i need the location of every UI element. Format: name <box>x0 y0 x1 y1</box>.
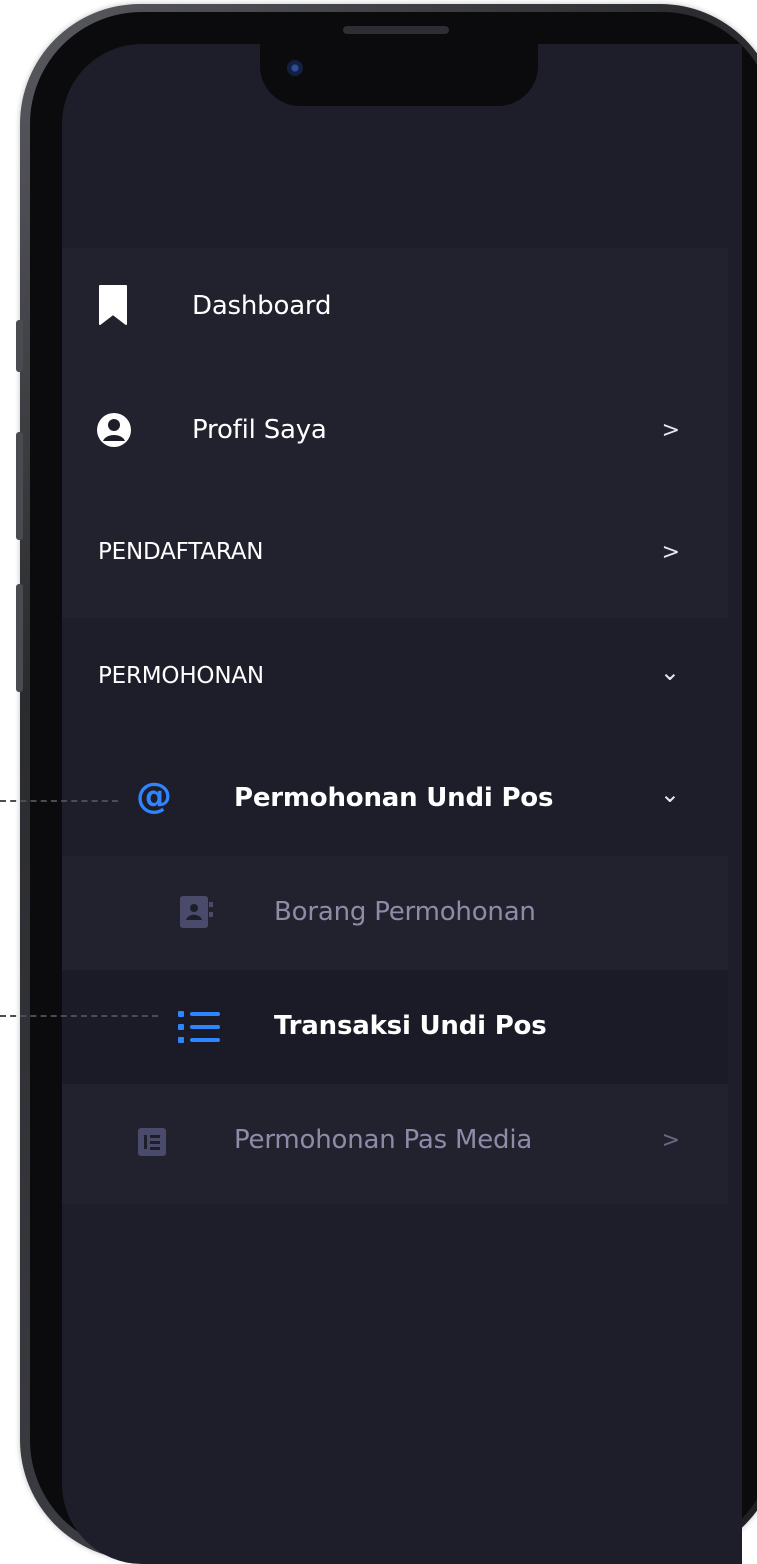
chevron-right-icon: > <box>661 417 680 443</box>
contact-book-icon <box>178 894 214 934</box>
menu-section-pendaftaran[interactable]: PENDAFTARAN > <box>62 494 728 610</box>
callout-line-undi-pos <box>0 800 118 802</box>
submenu-item-borang-permohonan[interactable]: Borang Permohonan <box>62 854 728 970</box>
chevron-right-icon: > <box>661 539 680 565</box>
submenu-item-label: Transaksi Undi Pos <box>274 1011 547 1041</box>
section-label: PENDAFTARAN <box>98 539 264 565</box>
submenu-label: Permohonan Undi Pos <box>234 783 554 813</box>
callout-line-transaksi <box>0 1015 158 1017</box>
submenu-label: Permohonan Pas Media <box>234 1125 533 1155</box>
chevron-down-icon: ⌄ <box>659 780 680 808</box>
user-circle-icon <box>96 412 132 452</box>
volume-up-button <box>16 432 23 540</box>
bookmark-icon <box>98 284 128 330</box>
menu-item-label: Dashboard <box>192 291 332 321</box>
chevron-down-icon: ⌄ <box>659 658 680 686</box>
volume-down-button <box>16 584 23 692</box>
silent-switch <box>16 320 23 372</box>
submenu-permohonan-pas-media[interactable]: Permohonan Pas Media > <box>62 1082 728 1198</box>
list-icon <box>178 1010 220 1048</box>
front-camera <box>287 60 303 76</box>
menu-item-dashboard[interactable]: Dashboard <box>62 248 728 364</box>
document-icon <box>138 1128 166 1160</box>
phone-notch <box>260 44 538 106</box>
submenu-item-transaksi-undi-pos[interactable]: Transaksi Undi Pos <box>62 968 728 1084</box>
at-sign-icon: @ <box>136 776 172 817</box>
chevron-right-icon: > <box>661 1127 680 1153</box>
section-label: PERMOHONAN <box>98 663 264 689</box>
submenu-permohonan-undi-pos[interactable]: @ Permohonan Undi Pos ⌄ <box>62 740 728 856</box>
menu-section-permohonan[interactable]: PERMOHONAN ⌄ <box>62 618 728 734</box>
menu-item-label: Profil Saya <box>192 415 327 445</box>
speaker-grille <box>343 26 449 34</box>
submenu-item-label: Borang Permohonan <box>274 897 536 927</box>
menu-item-profil-saya[interactable]: Profil Saya > <box>62 372 728 488</box>
